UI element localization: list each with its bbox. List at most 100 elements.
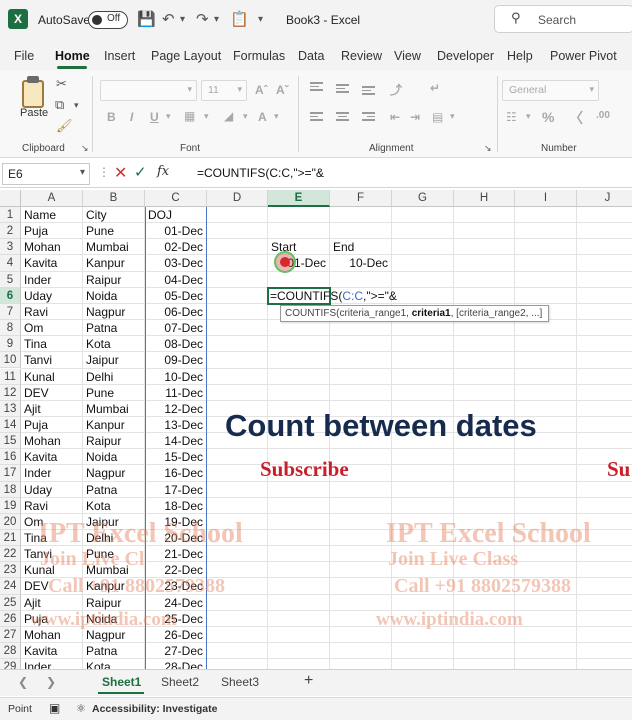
cell-a3[interactable]: Mohan: [24, 239, 79, 255]
cell-b5[interactable]: Raipur: [86, 272, 141, 288]
orientation-icon[interactable]: ⤴: [390, 81, 402, 98]
row-header-18[interactable]: 18: [0, 481, 21, 498]
row-header-25[interactable]: 25: [0, 594, 21, 611]
cell-a14[interactable]: Puja: [24, 417, 79, 433]
row-header-4[interactable]: 4: [0, 255, 21, 272]
undo-icon[interactable]: ↶: [162, 10, 175, 28]
tab-developer[interactable]: Developer: [437, 49, 494, 63]
function-tooltip[interactable]: COUNTIFS(criteria_range1, criteria1, [cr…: [280, 305, 549, 322]
cell-a17[interactable]: Inder: [24, 465, 79, 481]
insert-function-icon[interactable]: fx: [157, 164, 169, 179]
tab-insert[interactable]: Insert: [104, 49, 135, 63]
cell-a16[interactable]: Kavita: [24, 449, 79, 465]
cell-a6[interactable]: Uday: [24, 288, 79, 304]
row-header-1[interactable]: 1: [0, 207, 21, 224]
italic-icon[interactable]: I: [130, 110, 133, 124]
column-header-c[interactable]: C: [145, 190, 207, 207]
row-header-11[interactable]: 11: [0, 368, 21, 385]
row-header-5[interactable]: 5: [0, 271, 21, 288]
cell-a13[interactable]: Ajit: [24, 401, 79, 417]
cell-b14[interactable]: Kanpur: [86, 417, 141, 433]
column-header-b[interactable]: B: [83, 190, 145, 207]
row-header-6[interactable]: 6: [0, 287, 21, 304]
cell-a28[interactable]: Kavita: [24, 643, 79, 659]
column-header-a[interactable]: A: [21, 190, 83, 207]
cell-a12[interactable]: DEV: [24, 385, 79, 401]
clipboard-icon[interactable]: 📋: [230, 10, 249, 28]
cell-a5[interactable]: Inder: [24, 272, 79, 288]
column-header-i[interactable]: I: [515, 190, 577, 207]
column-header-g[interactable]: G: [392, 190, 454, 207]
undo-dropdown-icon[interactable]: ▾: [180, 14, 185, 25]
tab-review[interactable]: Review: [341, 49, 382, 63]
cell-b13[interactable]: Mumbai: [86, 401, 141, 417]
merge-center-icon[interactable]: ▤: [432, 110, 443, 124]
top-align-icon[interactable]: [310, 82, 323, 92]
tab-view[interactable]: View: [394, 49, 421, 63]
accessibility-status[interactable]: Accessibility: Investigate: [92, 703, 217, 715]
increase-indent-icon[interactable]: ⇥: [410, 110, 420, 124]
row-header-20[interactable]: 20: [0, 513, 21, 530]
bold-icon[interactable]: B: [107, 110, 116, 124]
row-header-23[interactable]: 23: [0, 562, 21, 579]
name-box[interactable]: E6 ▾: [2, 163, 90, 185]
column-header-h[interactable]: H: [454, 190, 515, 207]
cell-b2[interactable]: Pune: [86, 223, 141, 239]
row-header-17[interactable]: 17: [0, 465, 21, 482]
cell-a7[interactable]: Ravi: [24, 304, 79, 320]
cell-b16[interactable]: Noida: [86, 449, 141, 465]
cell-b12[interactable]: Pune: [86, 385, 141, 401]
cell-a1[interactable]: Name: [24, 207, 79, 223]
tab-data[interactable]: Data: [298, 49, 324, 63]
font-color-dropdown-icon[interactable]: ▾: [274, 111, 279, 122]
alignment-launcher-icon[interactable]: ↘: [484, 143, 492, 154]
copy-dropdown-icon[interactable]: ▾: [74, 100, 79, 111]
cell-b8[interactable]: Patna: [86, 320, 141, 336]
cell-a8[interactable]: Om: [24, 320, 79, 336]
row-header-10[interactable]: 10: [0, 352, 21, 369]
clipboard-launcher-icon[interactable]: ↘: [81, 143, 89, 154]
cell-b28[interactable]: Patna: [86, 643, 141, 659]
row-header-2[interactable]: 2: [0, 223, 21, 240]
macro-record-icon[interactable]: ▣: [49, 701, 60, 715]
cell-f3[interactable]: End: [333, 239, 388, 255]
cell-b18[interactable]: Patna: [86, 482, 141, 498]
row-header-12[interactable]: 12: [0, 384, 21, 401]
scroll-sheets-left-icon[interactable]: ❮: [18, 675, 28, 689]
decrease-font-icon[interactable]: Aˇ: [276, 83, 289, 97]
increase-decimal-icon[interactable]: .00: [596, 110, 610, 121]
fill-color-icon[interactable]: ◢: [224, 109, 233, 123]
row-header-24[interactable]: 24: [0, 578, 21, 595]
bottom-align-icon[interactable]: [362, 86, 375, 96]
row-header-14[interactable]: 14: [0, 416, 21, 434]
tab-help[interactable]: Help: [507, 49, 533, 63]
decrease-indent-icon[interactable]: ⇤: [390, 110, 400, 124]
formula-input[interactable]: =COUNTIFS(C:C,">="&: [197, 166, 324, 180]
comma-style-icon[interactable]: 〈: [569, 108, 583, 128]
sheet-tab-2[interactable]: Sheet2: [161, 675, 199, 689]
sheet-tab-3[interactable]: Sheet3: [221, 675, 259, 689]
cell-b19[interactable]: Kota: [86, 498, 141, 514]
cell-a10[interactable]: Tanvi: [24, 352, 79, 368]
wrap-text-icon[interactable]: ↵: [430, 81, 440, 95]
cell-b6[interactable]: Noida: [86, 288, 141, 304]
cell-b9[interactable]: Kota: [86, 336, 141, 352]
column-header-d[interactable]: D: [207, 190, 268, 207]
row-header-7[interactable]: 7: [0, 303, 21, 321]
more-options-icon[interactable]: ⋮: [98, 165, 110, 179]
cell-b7[interactable]: Nagpur: [86, 304, 141, 320]
row-header-3[interactable]: 3: [0, 239, 21, 256]
cell-a4[interactable]: Kavita: [24, 255, 79, 271]
align-left-icon[interactable]: [310, 112, 323, 122]
row-header-27[interactable]: 27: [0, 626, 21, 644]
cell-a11[interactable]: Kunal: [24, 369, 79, 385]
row-header-19[interactable]: 19: [0, 497, 21, 514]
row-header-28[interactable]: 28: [0, 643, 21, 660]
number-format-dropdown[interactable]: General ▾: [502, 80, 599, 101]
font-name-dropdown[interactable]: ▾: [100, 80, 197, 101]
row-header-26[interactable]: 26: [0, 610, 21, 627]
redo-icon[interactable]: ↷: [196, 10, 209, 28]
cancel-entry-icon[interactable]: ✕: [114, 163, 127, 183]
font-color-icon[interactable]: A: [258, 110, 267, 124]
row-header-13[interactable]: 13: [0, 400, 21, 417]
